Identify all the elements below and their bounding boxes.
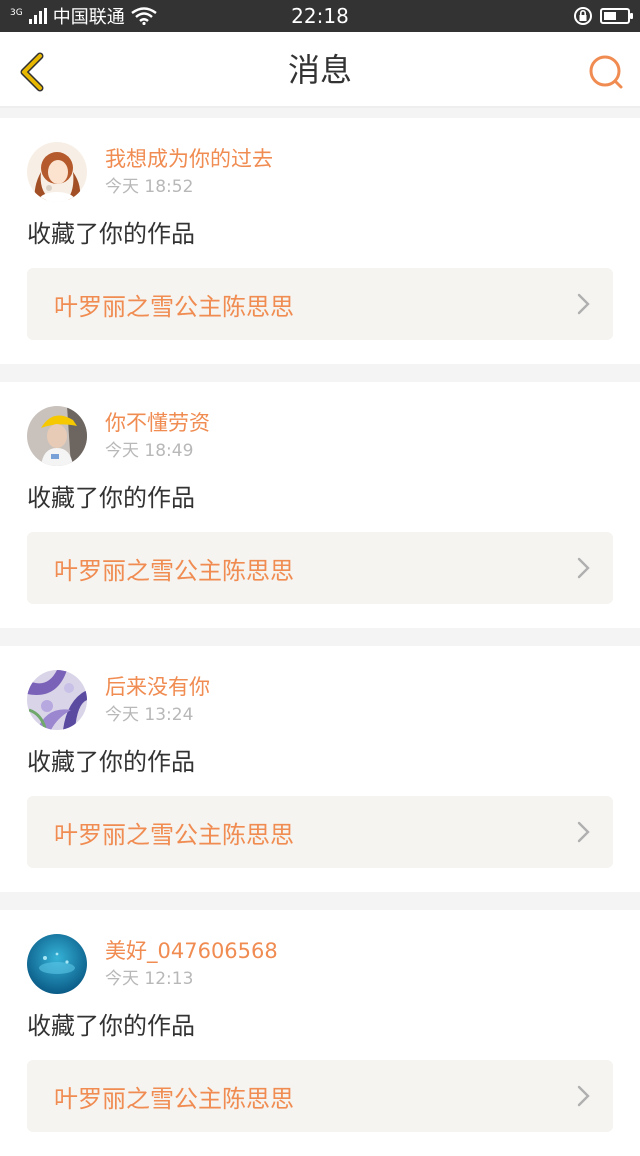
work-title: 叶罗丽之雪公主陈思思 bbox=[54, 556, 294, 585]
username[interactable]: 美好_047606568 bbox=[105, 937, 278, 965]
message-card: 我想成为你的过去 今天 18:52 收藏了你的作品 叶罗丽之雪公主陈思思 bbox=[0, 118, 640, 364]
work-link[interactable]: 叶罗丽之雪公主陈思思 bbox=[27, 532, 613, 604]
status-right bbox=[572, 5, 633, 27]
timestamp: 今天 12:13 bbox=[105, 969, 194, 989]
action-text: 收藏了你的作品 bbox=[27, 484, 195, 512]
work-title: 叶罗丽之雪公主陈思思 bbox=[54, 1084, 294, 1113]
avatar[interactable] bbox=[27, 670, 87, 730]
chevron-right-icon bbox=[577, 1085, 590, 1107]
work-title: 叶罗丽之雪公主陈思思 bbox=[54, 820, 294, 849]
carrier-name: 中国联通 bbox=[52, 7, 125, 28]
nav-header: 消息 bbox=[0, 32, 640, 108]
action-text: 收藏了你的作品 bbox=[27, 1012, 195, 1040]
signal-icon bbox=[28, 8, 47, 24]
message-header: 后来没有你 今天 13:24 bbox=[27, 668, 613, 732]
battery-icon bbox=[600, 8, 633, 24]
avatar[interactable] bbox=[27, 934, 87, 994]
user-info: 我想成为你的过去 今天 18:52 bbox=[105, 145, 273, 199]
status-left: 3G 中国联通 bbox=[10, 3, 157, 29]
network-type: 3G bbox=[10, 8, 23, 18]
action-text: 收藏了你的作品 bbox=[27, 748, 195, 776]
status-bar: 3G 中国联通 22:18 bbox=[0, 0, 640, 32]
work-link[interactable]: 叶罗丽之雪公主陈思思 bbox=[27, 1060, 613, 1132]
work-link[interactable]: 叶罗丽之雪公主陈思思 bbox=[27, 796, 613, 868]
user-info: 你不懂劳资 今天 18:49 bbox=[105, 409, 210, 463]
avatar[interactable] bbox=[27, 142, 87, 202]
timestamp: 今天 18:52 bbox=[105, 177, 194, 197]
chevron-right-icon bbox=[577, 293, 590, 315]
chevron-right-icon bbox=[577, 821, 590, 843]
message-header: 美好_047606568 今天 12:13 bbox=[27, 932, 613, 996]
message-header: 你不懂劳资 今天 18:49 bbox=[27, 404, 613, 468]
user-info: 后来没有你 今天 13:24 bbox=[105, 673, 210, 727]
message-list: 我想成为你的过去 今天 18:52 收藏了你的作品 叶罗丽之雪公主陈思思 你不懂… bbox=[0, 108, 640, 1156]
username[interactable]: 后来没有你 bbox=[105, 673, 210, 701]
timestamp: 今天 18:49 bbox=[105, 441, 194, 461]
work-title: 叶罗丽之雪公主陈思思 bbox=[54, 292, 294, 321]
search-icon[interactable] bbox=[586, 52, 626, 92]
message-header: 我想成为你的过去 今天 18:52 bbox=[27, 140, 613, 204]
work-link[interactable]: 叶罗丽之雪公主陈思思 bbox=[27, 268, 613, 340]
page-title: 消息 bbox=[287, 51, 352, 89]
action-text: 收藏了你的作品 bbox=[27, 220, 195, 248]
timestamp: 今天 13:24 bbox=[105, 705, 194, 725]
message-card: 你不懂劳资 今天 18:49 收藏了你的作品 叶罗丽之雪公主陈思思 bbox=[0, 382, 640, 628]
username[interactable]: 你不懂劳资 bbox=[105, 409, 210, 437]
avatar[interactable] bbox=[27, 406, 87, 466]
chevron-right-icon bbox=[577, 557, 590, 579]
rotation-lock-icon bbox=[574, 7, 592, 25]
username[interactable]: 我想成为你的过去 bbox=[105, 145, 273, 173]
wifi-icon bbox=[130, 7, 157, 25]
message-card: 美好_047606568 今天 12:13 收藏了你的作品 叶罗丽之雪公主陈思思 bbox=[0, 910, 640, 1156]
user-info: 美好_047606568 今天 12:13 bbox=[105, 937, 278, 991]
message-card: 后来没有你 今天 13:24 收藏了你的作品 叶罗丽之雪公主陈思思 bbox=[0, 646, 640, 892]
